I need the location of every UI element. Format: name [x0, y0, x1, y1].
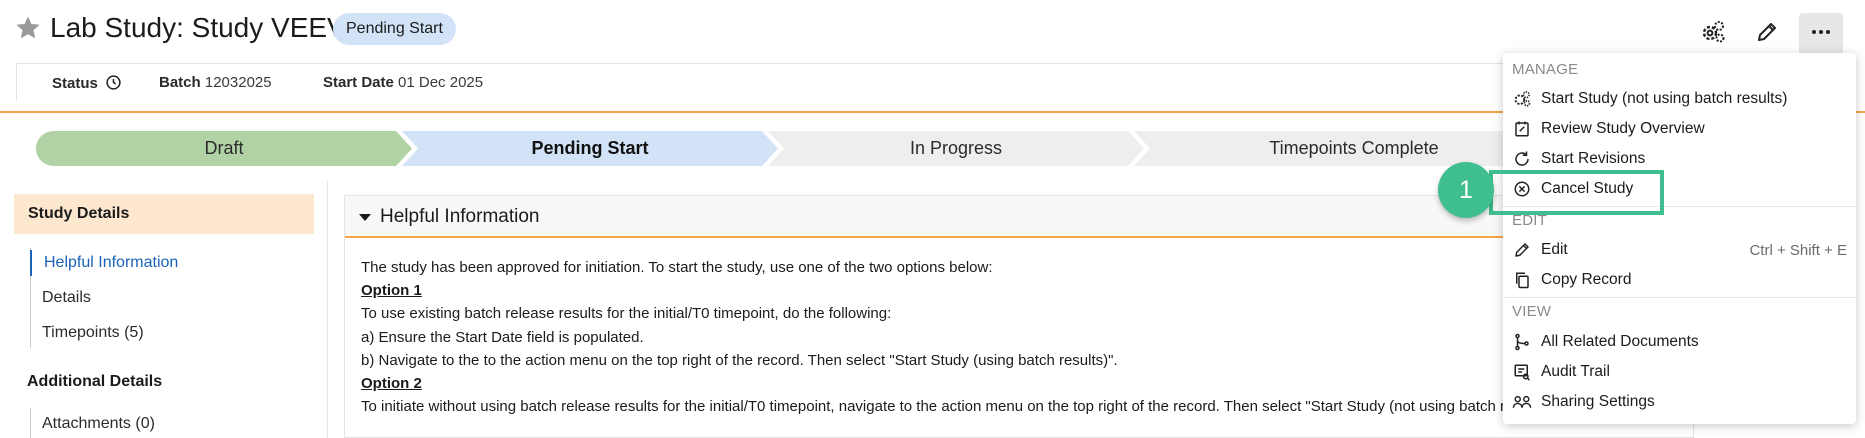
document-edit-icon [1512, 119, 1532, 139]
clock-icon [105, 74, 122, 95]
sidebar: Study Details Helpful Information Detail… [0, 180, 328, 438]
ellipsis-icon [1809, 20, 1833, 49]
menu-item-label: Start Revisions [1541, 150, 1646, 167]
page-title: Lab Study: Study VEEV [50, 12, 346, 43]
menu-item-start-revisions[interactable]: Start Revisions [1512, 145, 1847, 173]
lifecycle-step-draft: Draft [36, 131, 412, 166]
start-date-label: Start Date [323, 74, 394, 91]
copy-icon [1512, 270, 1532, 290]
option-heading: Option 1 [361, 282, 422, 300]
edit-button[interactable] [1745, 13, 1789, 55]
option-heading: Option 2 [361, 375, 422, 393]
sidebar-section-study-details[interactable]: Study Details [14, 194, 314, 234]
menu-item-label: Edit [1541, 241, 1568, 258]
favorite-star-icon[interactable] [14, 14, 42, 42]
status-field: Status [52, 74, 122, 95]
panel-title: Helpful Information [380, 206, 540, 227]
menu-item-label: Start Study (not using batch results) [1541, 90, 1788, 107]
header-actions [1691, 13, 1843, 55]
audit-trail-icon [1512, 362, 1532, 382]
menu-item-audit-trail[interactable]: Audit Trail [1512, 358, 1847, 386]
status-label: Status [52, 75, 98, 92]
batch-value: 12032025 [204, 74, 272, 91]
menu-separator [1503, 297, 1856, 298]
menu-item-review-study-overview[interactable]: Review Study Overview [1512, 115, 1847, 143]
info-line: To initiate without using batch release … [361, 398, 1559, 416]
gears-icon [1512, 89, 1532, 109]
lifecycle-step-in-progress: In Progress [768, 131, 1144, 166]
record-info-bar: Status Batch 12032025 Start Date 01 Dec … [16, 63, 1556, 100]
lifecycle-step-pending-start: Pending Start [402, 131, 778, 166]
collapse-caret-icon[interactable] [359, 214, 371, 221]
state-badge: Pending Start [333, 13, 456, 45]
start-date-field: Start Date 01 Dec 2025 [323, 74, 483, 91]
sidebar-item-timepoints[interactable]: Timepoints (5) [30, 320, 144, 346]
panel-body: The study has been approved for initiati… [361, 256, 1681, 418]
menu-item-label: Sharing Settings [1541, 393, 1655, 410]
batch-label: Batch [159, 74, 201, 91]
info-line: a) Ensure the Start Date field is popula… [361, 328, 644, 346]
info-line: The study has been approved for initiati… [361, 259, 993, 276]
menu-item-label: Review Study Overview [1541, 120, 1705, 137]
pencil-icon [1512, 240, 1532, 260]
menu-group-manage: MANAGE [1512, 61, 1579, 78]
users-icon [1512, 392, 1532, 412]
sidebar-section-additional-details[interactable]: Additional Details [27, 373, 162, 391]
menu-item-label: Copy Record [1541, 271, 1632, 288]
refresh-icon [1512, 149, 1532, 169]
workflow-settings-button[interactable] [1691, 13, 1735, 55]
gears-icon [1699, 18, 1727, 51]
start-date-value: 01 Dec 2025 [398, 74, 484, 91]
menu-group-view: VIEW [1512, 303, 1552, 320]
menu-item-edit[interactable]: Edit Ctrl + Shift + E [1512, 236, 1847, 264]
menu-item-start-study[interactable]: Start Study (not using batch results) [1512, 85, 1847, 113]
sidebar-item-helpful-information[interactable]: Helpful Information [30, 250, 178, 276]
helpful-information-panel: Helpful Information The study has been a… [344, 195, 1694, 438]
info-line: b) Navigate to the to the action menu on… [361, 351, 1118, 369]
sidebar-item-details[interactable]: Details [30, 285, 91, 311]
menu-item-label: Audit Trail [1541, 363, 1610, 380]
annotation-highlight-box [1489, 170, 1664, 215]
annotation-step-marker: 1 [1438, 162, 1494, 218]
lifecycle-path: Draft Pending Start In Progress Timepoin… [36, 131, 1616, 166]
sidebar-item-attachments[interactable]: Attachments (0) [30, 411, 155, 437]
menu-item-sharing-settings[interactable]: Sharing Settings [1512, 388, 1847, 416]
menu-item-copy-record[interactable]: Copy Record [1512, 266, 1847, 294]
menu-item-all-related-documents[interactable]: All Related Documents [1512, 328, 1847, 356]
record-header: Lab Study: Study VEEV Pending Start [0, 0, 1865, 60]
more-actions-button[interactable] [1799, 13, 1843, 55]
relationship-icon [1512, 332, 1532, 352]
info-line: To use existing batch release results fo… [361, 305, 892, 323]
batch-field: Batch 12032025 [159, 74, 272, 91]
action-menu: MANAGE Start Study (not using batch resu… [1503, 53, 1856, 424]
menu-item-label: All Related Documents [1541, 333, 1699, 350]
pencil-icon [1755, 20, 1779, 49]
keyboard-shortcut: Ctrl + Shift + E [1749, 241, 1847, 259]
